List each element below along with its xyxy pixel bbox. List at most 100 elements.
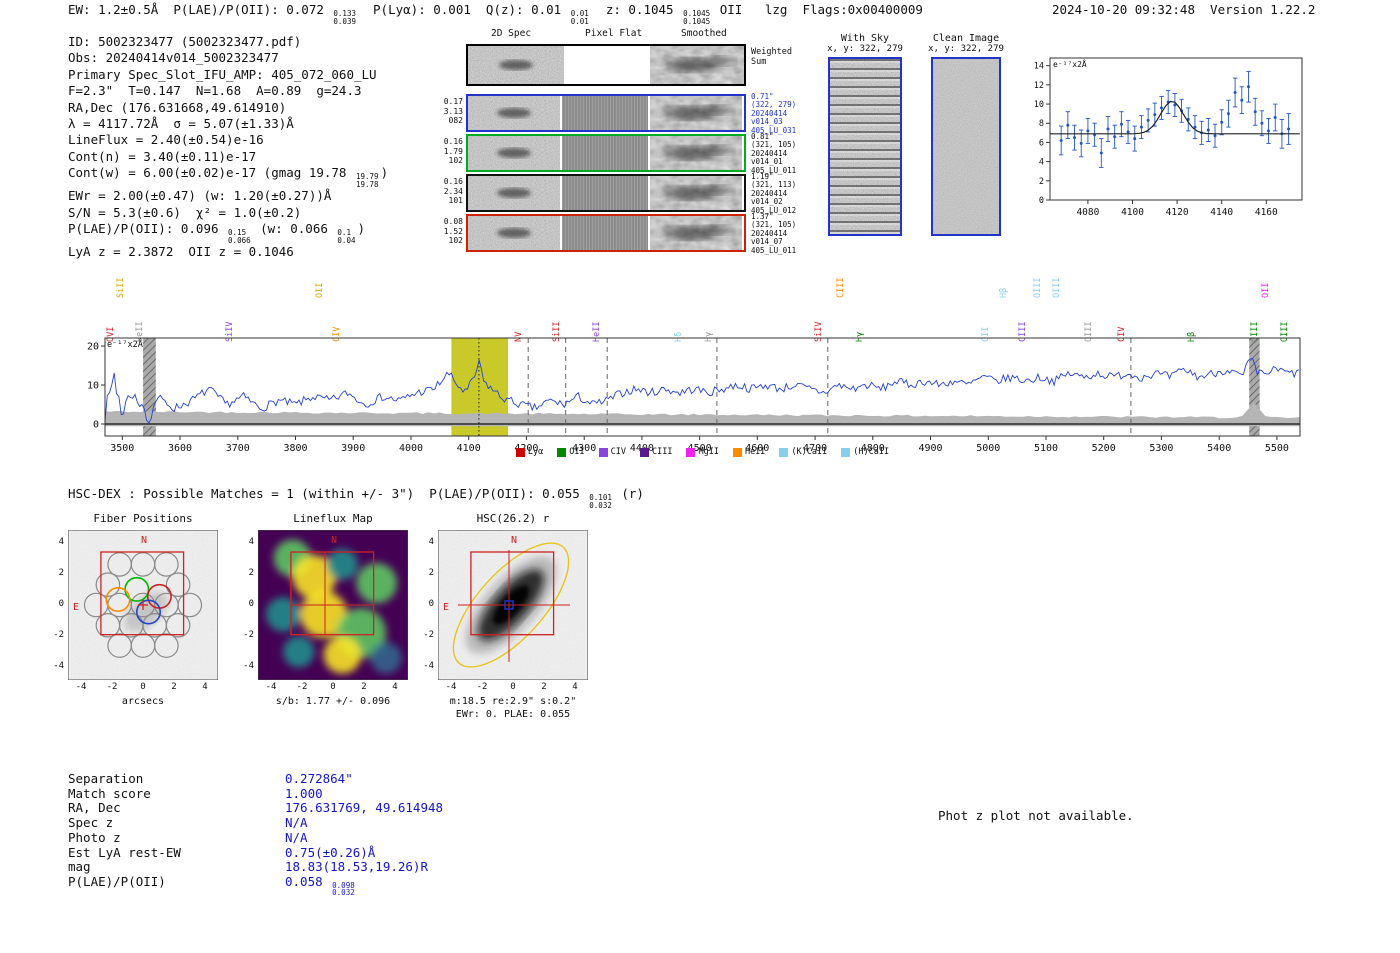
y-axis-tick-label: 2 <box>40 568 64 578</box>
legend-label: OII <box>569 447 584 457</box>
legend-swatch <box>841 448 850 457</box>
match-row: Photo zN/A <box>68 831 443 846</box>
panel-caption: s/b: 1.77 +/- 0.096 <box>248 696 418 707</box>
x-axis-tick-label: -4 <box>71 682 91 692</box>
compass-east: E <box>73 602 79 613</box>
x-axis-label: arcsecs <box>58 696 228 707</box>
match-row: mag18.83(18.53,19.26)R <box>68 860 443 875</box>
text-segment: 176.631769, 49.614948 <box>285 800 443 815</box>
y-axis-tick-label: -2 <box>40 630 64 640</box>
match-field-label: RA, Dec <box>68 801 285 816</box>
match-row: RA, Dec176.631769, 49.614948 <box>68 801 443 816</box>
match-field-label: mag <box>68 860 285 875</box>
text-segment: N/A <box>285 830 308 845</box>
panel-title: Lineflux Map <box>258 512 408 525</box>
x-axis-tick-label: 2 <box>164 682 184 692</box>
legend-label: (K)CaII <box>791 447 827 457</box>
legend-swatch <box>557 448 566 457</box>
panel-title: Fiber Positions <box>68 512 218 525</box>
match-field-label: Spec z <box>68 816 285 831</box>
match-field-value: 176.631769, 49.614948 <box>285 800 443 815</box>
spectral-line-label: CIII <box>836 278 846 298</box>
spectral-line-label: OIII <box>1052 278 1062 298</box>
x-axis-tick-label: 4 <box>565 682 585 692</box>
legend-swatch <box>686 448 695 457</box>
x-axis-tick-label: 2 <box>354 682 374 692</box>
compass-north: N <box>141 535 147 546</box>
panel-plot: NE <box>68 530 218 680</box>
legend-item: Lyα <box>516 447 543 457</box>
legend-label: CIII <box>652 447 672 457</box>
panel-title: HSC(26.2) r <box>438 512 588 525</box>
uncertainty-range: 0.0980.032 <box>332 882 355 897</box>
x-axis-tick-label: -4 <box>261 682 281 692</box>
spectral-line-label: OII <box>1261 283 1271 298</box>
match-field-value: N/A <box>285 830 308 845</box>
text-segment: (r) <box>614 486 644 501</box>
legend-item: HeII <box>733 447 765 457</box>
legend-label: MgII <box>698 447 718 457</box>
x-axis-tick-label: 2 <box>534 682 554 692</box>
panel-caption: m:18.5 re:2.9" s:0.2" <box>428 696 598 707</box>
spectral-line-label: SiII <box>116 278 126 298</box>
y-axis-tick-label: -4 <box>40 661 64 671</box>
x-axis-tick-label: -2 <box>102 682 122 692</box>
match-row: Est LyA rest-EW0.75(±0.26)Å <box>68 846 443 861</box>
legend-item: CIII <box>640 447 672 457</box>
x-axis-tick-label: -4 <box>441 682 461 692</box>
svg-text:20: 20 <box>87 342 99 353</box>
svg-text:0: 0 <box>93 420 99 431</box>
y-axis-tick-label: 0 <box>410 599 434 609</box>
match-field-label: Match score <box>68 787 285 802</box>
legend-swatch <box>599 448 608 457</box>
spectral-line-label: OII <box>315 283 325 298</box>
hsc-match-header: HSC-DEX : Possible Matches = 1 (within +… <box>68 486 644 509</box>
y-axis-tick-label: 2 <box>230 568 254 578</box>
y-axis-tick-label: 4 <box>230 537 254 547</box>
spectral-line-label-layer: OVISiIIHeIISiIVOIICIVNVSiIIHeIIHδHγSiIVC… <box>0 0 1400 350</box>
match-field-label: Photo z <box>68 831 285 846</box>
spectrum-legend: Lyα OII CIV CIII MgII HeII (K)CaII (H)CaII <box>105 447 1300 457</box>
legend-item: CIV <box>599 447 626 457</box>
y-axis-tick-label: 0 <box>40 599 64 609</box>
text-segment: N/A <box>285 815 308 830</box>
x-axis-tick-label: 0 <box>323 682 343 692</box>
match-row: P(LAE)/P(OII)0.058 0.0980.032 <box>68 875 443 897</box>
legend-item: (H)CaII <box>841 447 889 457</box>
fiber-positions-panel: Fiber PositionsNE420-2-4-4-2024arcsecs <box>38 510 248 725</box>
x-axis-tick-label: -2 <box>472 682 492 692</box>
text-segment: 0.272864" <box>285 771 353 786</box>
spectral-line-label: Hβ <box>999 288 1009 298</box>
x-axis-tick-label: 0 <box>133 682 153 692</box>
svg-text:e⁻¹⁷x2Å: e⁻¹⁷x2Å <box>107 338 143 350</box>
legend-swatch <box>640 448 649 457</box>
y-axis-tick-label: -4 <box>410 661 434 671</box>
match-field-value: 0.272864" <box>285 771 353 786</box>
match-field-value: N/A <box>285 815 308 830</box>
photz-note: Phot z plot not available. <box>938 808 1134 823</box>
legend-item: OII <box>557 447 584 457</box>
legend-label: Lyα <box>528 447 543 457</box>
lineflux-map-panel: Lineflux MapN420-2-4-4-2024s/b: 1.77 +/-… <box>228 510 438 725</box>
y-axis-tick-label: 2 <box>410 568 434 578</box>
legend-label: CIV <box>611 447 626 457</box>
compass-north: N <box>331 535 337 546</box>
text-segment: HSC-DEX : Possible Matches = 1 (within +… <box>68 486 587 501</box>
panel-caption: EWr: 0. PLAE: 0.055 <box>428 709 598 720</box>
text-segment: 18.83(18.53,19.26)R <box>285 859 428 874</box>
full-spectrum-chart: 3500360037003800390040004100420043004400… <box>58 336 1308 458</box>
legend-swatch <box>733 448 742 457</box>
y-axis-tick-label: -4 <box>230 661 254 671</box>
x-axis-tick-label: 4 <box>385 682 405 692</box>
y-axis-tick-label: 4 <box>40 537 64 547</box>
x-axis-tick-label: 0 <box>503 682 523 692</box>
panel-plot: N <box>258 530 408 680</box>
match-field-value: 0.058 0.0980.032 <box>285 874 357 889</box>
text-segment: 1.000 <box>285 786 323 801</box>
match-row: Separation0.272864" <box>68 772 443 787</box>
y-axis-tick-label: -2 <box>410 630 434 640</box>
match-row: Match score1.000 <box>68 787 443 802</box>
text-segment: 0.058 <box>285 874 330 889</box>
match-table: Separation0.272864"Match score1.000RA, D… <box>68 772 443 897</box>
match-field-value: 1.000 <box>285 786 323 801</box>
